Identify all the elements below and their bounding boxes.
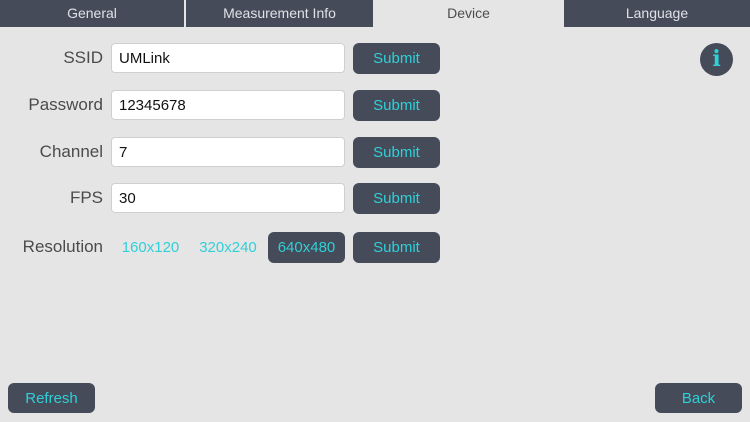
tab-bar: General Measurement Info Device Language — [0, 0, 750, 27]
fps-field[interactable] — [111, 183, 345, 213]
fps-label: FPS — [69, 188, 103, 207]
password-label: Password — [28, 95, 103, 114]
ssid-submit-button[interactable]: Submit — [353, 43, 440, 74]
channel-field[interactable] — [111, 137, 345, 167]
resolution-label: Resolution — [22, 237, 103, 256]
resolution-option-160x120[interactable]: 160x120 — [114, 232, 187, 263]
resolution-option-640x480[interactable]: 640x480 — [268, 232, 345, 263]
info-icon[interactable]: i — [700, 43, 733, 76]
tab-measurement-info[interactable]: Measurement Info — [186, 0, 375, 27]
resolution-option-320x240[interactable]: 320x240 — [191, 232, 265, 263]
resolution-submit-button[interactable]: Submit — [353, 232, 440, 263]
channel-label: Channel — [39, 142, 103, 161]
back-button[interactable]: Back — [655, 383, 742, 413]
fps-submit-button[interactable]: Submit — [353, 183, 440, 214]
channel-submit-button[interactable]: Submit — [353, 137, 440, 168]
tab-language[interactable]: Language — [564, 0, 750, 27]
ssid-label: SSID — [63, 48, 103, 67]
password-field[interactable] — [111, 90, 345, 120]
tab-device[interactable]: Device — [375, 0, 564, 27]
password-submit-button[interactable]: Submit — [353, 90, 440, 121]
ssid-field[interactable] — [111, 43, 345, 73]
refresh-button[interactable]: Refresh — [8, 383, 95, 413]
tab-general[interactable]: General — [0, 0, 186, 27]
